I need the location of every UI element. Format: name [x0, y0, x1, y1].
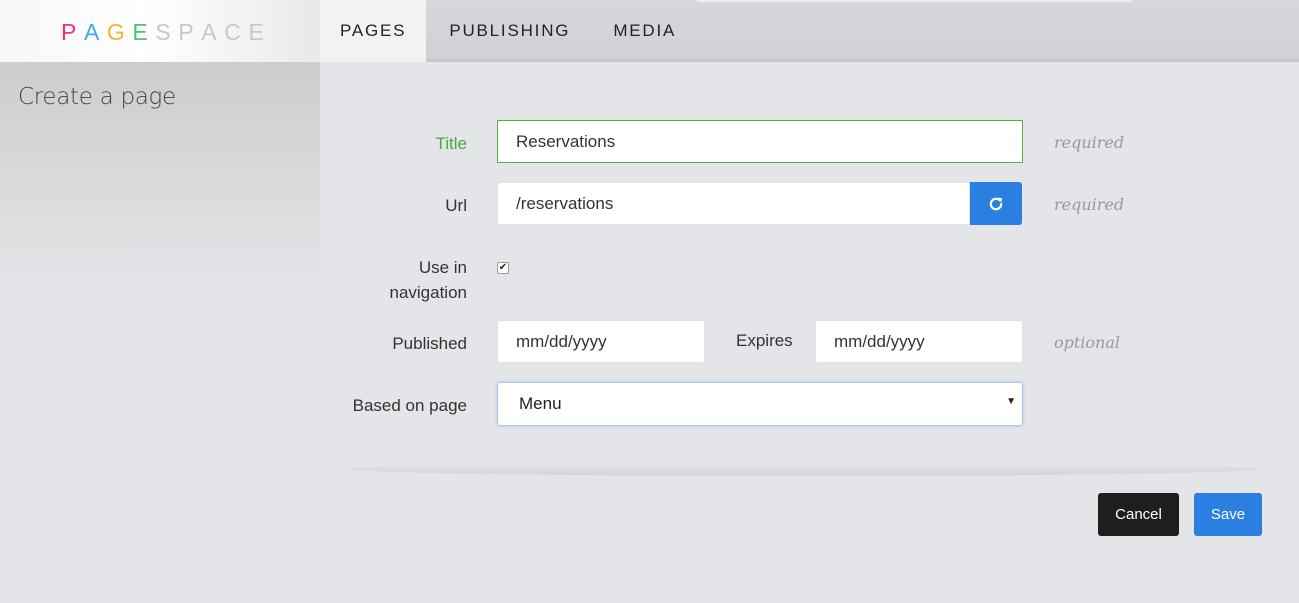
nav-media[interactable]: MEDIA — [592, 0, 696, 62]
logo-letter: S — [155, 19, 179, 45]
nav-label-line2: navigation — [389, 283, 467, 302]
nav-label-line1: Use in — [418, 258, 467, 277]
title-input[interactable]: Reservations — [497, 120, 1023, 163]
top-bar-highlight — [697, 0, 1132, 2]
logo-letter: P — [61, 19, 84, 45]
form-divider — [348, 462, 1260, 476]
logo-letter: P — [178, 19, 202, 45]
regenerate-url-button[interactable] — [970, 182, 1022, 225]
logo-area: PAGESPACE — [0, 0, 320, 62]
sidebar: Create a page — [0, 62, 320, 292]
caret-down-icon: ▼ — [1006, 396, 1016, 407]
app-logo[interactable]: PAGESPACE — [61, 19, 271, 46]
logo-letter: C — [224, 19, 249, 45]
logo-letter: A — [201, 19, 225, 45]
published-label: Published — [392, 334, 467, 353]
url-hint: required — [1054, 195, 1125, 214]
nav-pages[interactable]: PAGES — [320, 0, 427, 62]
use-in-navigation-checkbox[interactable]: ✔ — [497, 262, 509, 274]
nav-label: Use in navigation — [389, 255, 467, 305]
url-label: Url — [445, 196, 467, 215]
logo-letter: E — [132, 19, 156, 45]
main-nav: PAGES PUBLISHING MEDIA — [320, 0, 696, 62]
based-on-value: Menu — [519, 394, 562, 413]
top-bar: PAGESPACE PAGES PUBLISHING MEDIA — [0, 0, 1299, 62]
cancel-button[interactable]: Cancel — [1098, 493, 1179, 536]
logo-letter: A — [83, 19, 107, 45]
dates-hint: optional — [1054, 333, 1121, 352]
page-title: Create a page — [18, 84, 176, 110]
based-on-label: Based on page — [352, 396, 467, 415]
expires-date-input[interactable]: mm/dd/yyyy — [815, 320, 1023, 363]
nav-publishing[interactable]: PUBLISHING — [426, 0, 592, 62]
title-hint: required — [1054, 133, 1125, 152]
logo-letter: G — [106, 19, 133, 45]
title-label: Title — [435, 134, 468, 153]
published-date-input[interactable]: mm/dd/yyyy — [497, 320, 705, 363]
url-input[interactable]: /reservations — [497, 182, 970, 225]
refresh-icon — [989, 197, 1003, 210]
checkmark-icon: ✔ — [498, 262, 508, 273]
based-on-page-select[interactable]: Menu ▼ — [497, 382, 1023, 426]
save-button[interactable]: Save — [1194, 493, 1262, 536]
expires-label: Expires — [736, 331, 793, 350]
logo-letter: E — [248, 19, 272, 45]
